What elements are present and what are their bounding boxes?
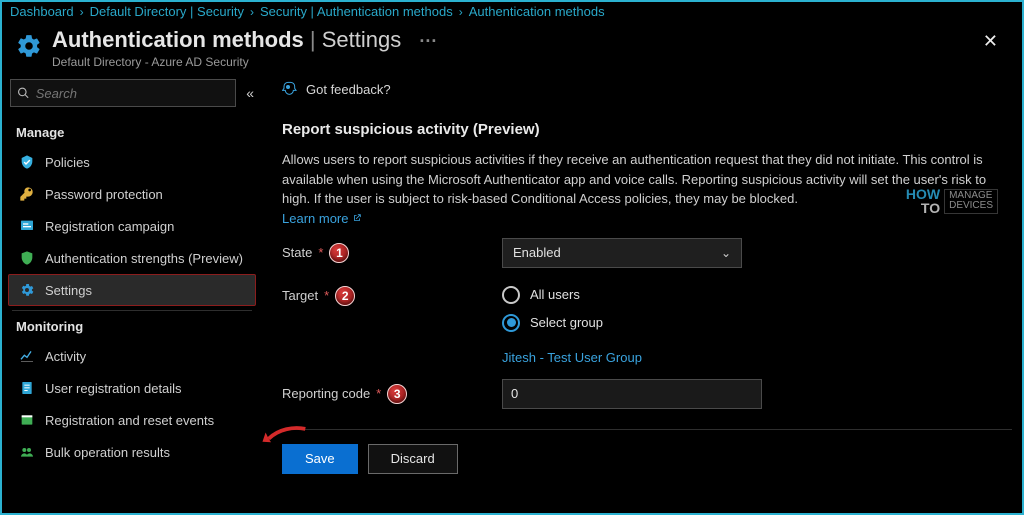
sidebar-item-registration-reset-events[interactable]: Registration and reset events xyxy=(8,404,256,436)
sidebar-item-activity[interactable]: Activity xyxy=(8,340,256,372)
gear-icon xyxy=(19,282,35,298)
chart-icon xyxy=(19,348,35,364)
chevron-right-icon: › xyxy=(459,5,463,19)
page-subtitle: Default Directory - Azure AD Security xyxy=(52,55,977,69)
radio-label: All users xyxy=(530,287,580,302)
external-link-icon xyxy=(352,213,362,223)
sidebar-item-label: Registration and reset events xyxy=(45,413,214,428)
policies-icon xyxy=(19,154,35,170)
annotation-badge-1: 1 xyxy=(329,243,349,263)
gear-icon xyxy=(16,33,42,62)
radio-icon xyxy=(502,286,520,304)
watermark: HOW TO MANAGE DEVICES xyxy=(906,187,998,215)
close-icon[interactable]: ✕ xyxy=(977,27,1004,56)
discard-button[interactable]: Discard xyxy=(368,444,458,474)
target-label: Target * 2 xyxy=(282,286,502,306)
document-icon xyxy=(19,380,35,396)
sidebar-item-label: Policies xyxy=(45,155,90,170)
radio-label: Select group xyxy=(530,315,603,330)
bulk-icon xyxy=(19,444,35,460)
annotation-badge-2: 2 xyxy=(335,286,355,306)
feedback-button[interactable]: Got feedback? xyxy=(282,79,1012,111)
state-value: Enabled xyxy=(513,245,561,260)
target-radio-select-group[interactable]: Select group xyxy=(502,314,603,332)
sidebar-item-label: Settings xyxy=(45,283,92,298)
target-radio-all-users[interactable]: All users xyxy=(502,286,603,304)
chevron-down-icon: ⌄ xyxy=(721,246,731,260)
sidebar-item-settings[interactable]: Settings xyxy=(8,274,256,306)
sidebar-item-user-registration-details[interactable]: User registration details xyxy=(8,372,256,404)
state-select[interactable]: Enabled ⌄ xyxy=(502,238,742,268)
content-title: Report suspicious activity (Preview) xyxy=(282,111,1012,150)
key-icon xyxy=(19,186,35,202)
chevron-right-icon: › xyxy=(80,5,84,19)
search-field[interactable] xyxy=(36,86,229,101)
breadcrumb: Dashboard › Default Directory | Security… xyxy=(2,2,1022,19)
feedback-label: Got feedback? xyxy=(306,82,391,97)
annotation-badge-3: 3 xyxy=(387,384,407,404)
sidebar-item-label: Registration campaign xyxy=(45,219,174,234)
breadcrumb-item[interactable]: Dashboard xyxy=(10,4,74,19)
feedback-icon xyxy=(282,81,298,97)
campaign-icon xyxy=(19,218,35,234)
radio-checked-icon xyxy=(502,314,520,332)
sidebar-item-label: Password protection xyxy=(45,187,163,202)
sidebar: « Manage Policies Password protection Re… xyxy=(2,79,262,500)
sidebar-item-auth-strengths[interactable]: Authentication strengths (Preview) xyxy=(8,242,256,274)
search-input[interactable] xyxy=(10,79,236,107)
learn-more-link[interactable]: Learn more xyxy=(282,211,362,226)
sidebar-item-label: Bulk operation results xyxy=(45,445,170,460)
content-description: Allows users to report suspicious activi… xyxy=(282,150,1002,209)
reporting-code-label: Reporting code * 3 xyxy=(282,384,502,404)
more-icon[interactable]: ··· xyxy=(419,31,437,51)
breadcrumb-item[interactable]: Security | Authentication methods xyxy=(260,4,453,19)
breadcrumb-item[interactable]: Authentication methods xyxy=(469,4,605,19)
collapse-sidebar-button[interactable]: « xyxy=(246,85,254,101)
page-header: Authentication methods | Settings ··· De… xyxy=(2,19,1022,79)
main-content: Got feedback? Report suspicious activity… xyxy=(262,79,1022,500)
breadcrumb-item[interactable]: Default Directory | Security xyxy=(90,4,244,19)
sidebar-item-label: User registration details xyxy=(45,381,182,396)
page-title: Authentication methods | Settings ··· xyxy=(52,27,977,53)
search-icon xyxy=(17,86,30,100)
reporting-code-input[interactable] xyxy=(502,379,762,409)
sidebar-item-label: Activity xyxy=(45,349,86,364)
shield-icon xyxy=(19,250,35,266)
events-icon xyxy=(19,412,35,428)
selected-group-link[interactable]: Jitesh - Test User Group xyxy=(502,350,1012,365)
sidebar-item-registration-campaign[interactable]: Registration campaign xyxy=(8,210,256,242)
sidebar-item-label: Authentication strengths (Preview) xyxy=(45,251,243,266)
state-label: State * 1 xyxy=(282,243,502,263)
sidebar-section-manage: Manage xyxy=(8,117,256,146)
sidebar-item-bulk-operation-results[interactable]: Bulk operation results xyxy=(8,436,256,468)
sidebar-section-monitoring: Monitoring xyxy=(8,311,256,340)
sidebar-item-password-protection[interactable]: Password protection xyxy=(8,178,256,210)
chevron-right-icon: › xyxy=(250,5,254,19)
sidebar-item-policies[interactable]: Policies xyxy=(8,146,256,178)
